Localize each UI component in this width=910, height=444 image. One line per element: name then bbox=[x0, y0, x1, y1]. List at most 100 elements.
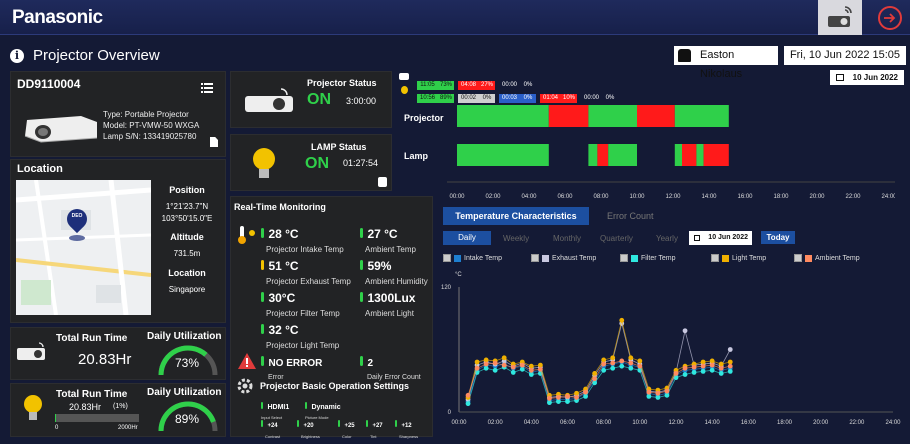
data-point[interactable] bbox=[682, 365, 688, 371]
data-point[interactable] bbox=[700, 363, 706, 369]
data-point[interactable] bbox=[700, 359, 706, 365]
data-point[interactable] bbox=[583, 393, 588, 399]
tab-temperature[interactable]: Temperature Characteristics bbox=[443, 207, 589, 225]
chart-date-picker[interactable]: 10 Jun 2022 bbox=[689, 231, 752, 245]
data-point[interactable] bbox=[501, 362, 507, 368]
period-quarterly[interactable]: Quarterly bbox=[600, 234, 633, 243]
timeline-date-picker[interactable]: 10 Jun 2022 bbox=[830, 70, 904, 85]
data-point[interactable] bbox=[610, 365, 616, 371]
data-point[interactable] bbox=[727, 359, 733, 365]
data-point[interactable] bbox=[646, 389, 652, 395]
data-point[interactable] bbox=[700, 368, 706, 374]
data-point[interactable] bbox=[691, 370, 697, 375]
period-weekly[interactable]: Weekly bbox=[503, 234, 529, 243]
metric-humidity: 59% Ambient Humidity bbox=[360, 257, 428, 286]
data-point[interactable] bbox=[727, 347, 733, 352]
data-point[interactable] bbox=[610, 355, 616, 361]
data-point[interactable] bbox=[610, 360, 616, 366]
legend-item[interactable]: Exhaust Temp bbox=[531, 254, 596, 262]
data-point[interactable] bbox=[528, 367, 534, 373]
data-point[interactable] bbox=[574, 395, 579, 400]
data-point[interactable] bbox=[574, 390, 579, 396]
data-point[interactable] bbox=[528, 363, 534, 369]
data-point[interactable] bbox=[474, 365, 480, 371]
lamp-runtime-label: Total Run Time bbox=[56, 389, 128, 400]
data-point[interactable] bbox=[664, 388, 670, 394]
period-monthly[interactable]: Monthly bbox=[553, 234, 581, 243]
data-point[interactable] bbox=[718, 361, 724, 367]
legend-item[interactable]: Ambient Temp bbox=[794, 254, 860, 262]
data-point[interactable] bbox=[727, 368, 733, 374]
data-point[interactable] bbox=[537, 366, 543, 372]
data-point[interactable] bbox=[465, 392, 471, 398]
data-point[interactable] bbox=[682, 328, 688, 334]
legend-checkbox[interactable] bbox=[443, 254, 451, 262]
legend-item[interactable]: Light Temp bbox=[711, 254, 766, 262]
legend-checkbox[interactable] bbox=[711, 254, 719, 262]
data-point[interactable] bbox=[637, 358, 643, 364]
data-point[interactable] bbox=[709, 367, 715, 373]
tab-error-count[interactable]: Error Count bbox=[607, 211, 654, 221]
data-point[interactable] bbox=[528, 372, 534, 377]
data-point[interactable] bbox=[565, 399, 570, 404]
data-point[interactable] bbox=[628, 355, 634, 361]
data-point[interactable] bbox=[709, 362, 715, 368]
data-point[interactable] bbox=[619, 358, 625, 364]
data-point[interactable] bbox=[492, 367, 498, 373]
data-point[interactable] bbox=[556, 395, 561, 400]
data-point[interactable] bbox=[628, 360, 634, 366]
data-point[interactable] bbox=[628, 365, 634, 371]
data-point[interactable] bbox=[655, 390, 661, 396]
data-point[interactable] bbox=[510, 370, 516, 375]
logout-button[interactable] bbox=[878, 6, 902, 30]
user-badge[interactable]: Easton Nikolaus bbox=[674, 46, 778, 80]
data-point[interactable] bbox=[483, 361, 489, 367]
data-point[interactable] bbox=[619, 363, 625, 369]
data-point[interactable] bbox=[519, 362, 525, 368]
data-point[interactable] bbox=[664, 392, 670, 398]
data-point[interactable] bbox=[483, 357, 489, 363]
data-point[interactable] bbox=[583, 389, 588, 395]
lamp-detail-icon[interactable] bbox=[378, 177, 387, 187]
menu-list-icon[interactable] bbox=[201, 80, 213, 93]
data-point[interactable] bbox=[474, 359, 480, 365]
legend-item[interactable]: Filter Temp bbox=[620, 254, 676, 262]
period-daily[interactable]: Daily bbox=[443, 231, 491, 245]
legend-checkbox[interactable] bbox=[620, 254, 628, 262]
data-point[interactable] bbox=[601, 361, 607, 367]
today-button[interactable]: Today bbox=[761, 231, 795, 244]
data-point[interactable] bbox=[601, 357, 607, 363]
data-point[interactable] bbox=[655, 395, 661, 400]
data-point[interactable] bbox=[547, 396, 552, 401]
data-point[interactable] bbox=[727, 363, 733, 369]
data-point[interactable] bbox=[492, 360, 498, 366]
op-tint-value: +27 bbox=[372, 423, 383, 429]
data-point[interactable] bbox=[501, 355, 507, 361]
data-point[interactable] bbox=[709, 358, 715, 364]
data-point[interactable] bbox=[556, 399, 561, 404]
data-point[interactable] bbox=[682, 372, 688, 377]
data-point[interactable] bbox=[673, 371, 679, 376]
data-point[interactable] bbox=[510, 364, 516, 370]
data-point[interactable] bbox=[465, 401, 471, 407]
data-point[interactable] bbox=[691, 364, 697, 370]
legend-checkbox[interactable] bbox=[794, 254, 802, 262]
data-point[interactable] bbox=[537, 362, 543, 368]
data-point[interactable] bbox=[718, 371, 724, 376]
period-yearly[interactable]: Yearly bbox=[656, 234, 678, 243]
data-point[interactable] bbox=[619, 317, 625, 323]
data-point[interactable] bbox=[592, 371, 598, 376]
projector-nav-button[interactable] bbox=[818, 0, 862, 35]
data-point[interactable] bbox=[646, 393, 652, 399]
data-point[interactable] bbox=[483, 365, 489, 371]
legend-item[interactable]: Intake Temp bbox=[443, 254, 502, 262]
data-point[interactable] bbox=[601, 367, 607, 373]
location-map[interactable]: DEO bbox=[16, 180, 151, 315]
data-point[interactable] bbox=[718, 365, 724, 371]
data-point[interactable] bbox=[565, 393, 570, 399]
data-point[interactable] bbox=[519, 366, 525, 372]
data-point[interactable] bbox=[637, 363, 643, 369]
data-point[interactable] bbox=[547, 400, 552, 406]
legend-checkbox[interactable] bbox=[531, 254, 539, 262]
data-point[interactable] bbox=[592, 376, 598, 382]
